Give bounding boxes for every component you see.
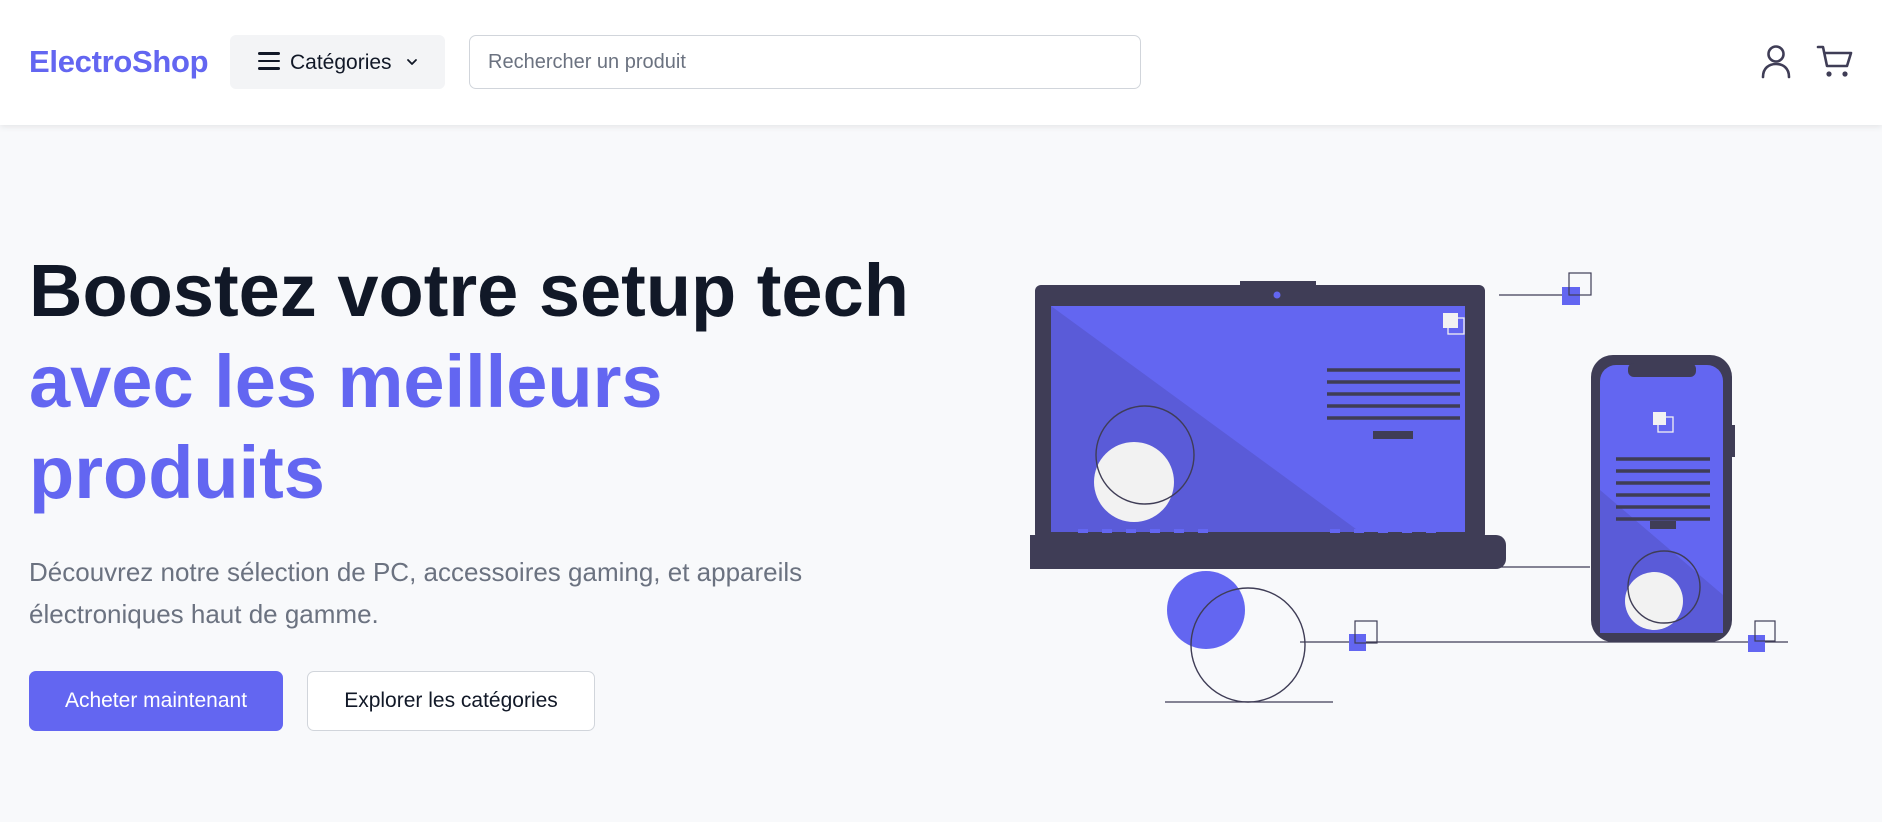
hero-title-line-1: Boostez votre setup tech [29,249,909,332]
explore-categories-button[interactable]: Explorer les catégories [307,671,595,731]
shop-now-button[interactable]: Acheter maintenant [29,671,283,731]
devices-illustration [1030,272,1788,703]
hero-title: Boostez votre setup tech avec les meille… [29,245,969,518]
menu-icon [258,52,280,70]
logo[interactable]: ElectroShop [29,44,209,80]
user-icon[interactable] [1759,43,1793,79]
chevron-down-icon [407,59,417,65]
site-header: ElectroShop Catégories [0,0,1882,125]
hero-description: Découvrez notre sélection de PC, accesso… [29,557,803,629]
hero-title-line-2: avec les meilleurs [29,340,663,423]
categories-label: Catégories [290,51,392,74]
search-input[interactable] [469,35,1141,89]
cart-icon[interactable] [1816,43,1854,79]
categories-button[interactable]: Catégories [230,35,445,89]
hero-title-line-3: produits [29,431,325,514]
